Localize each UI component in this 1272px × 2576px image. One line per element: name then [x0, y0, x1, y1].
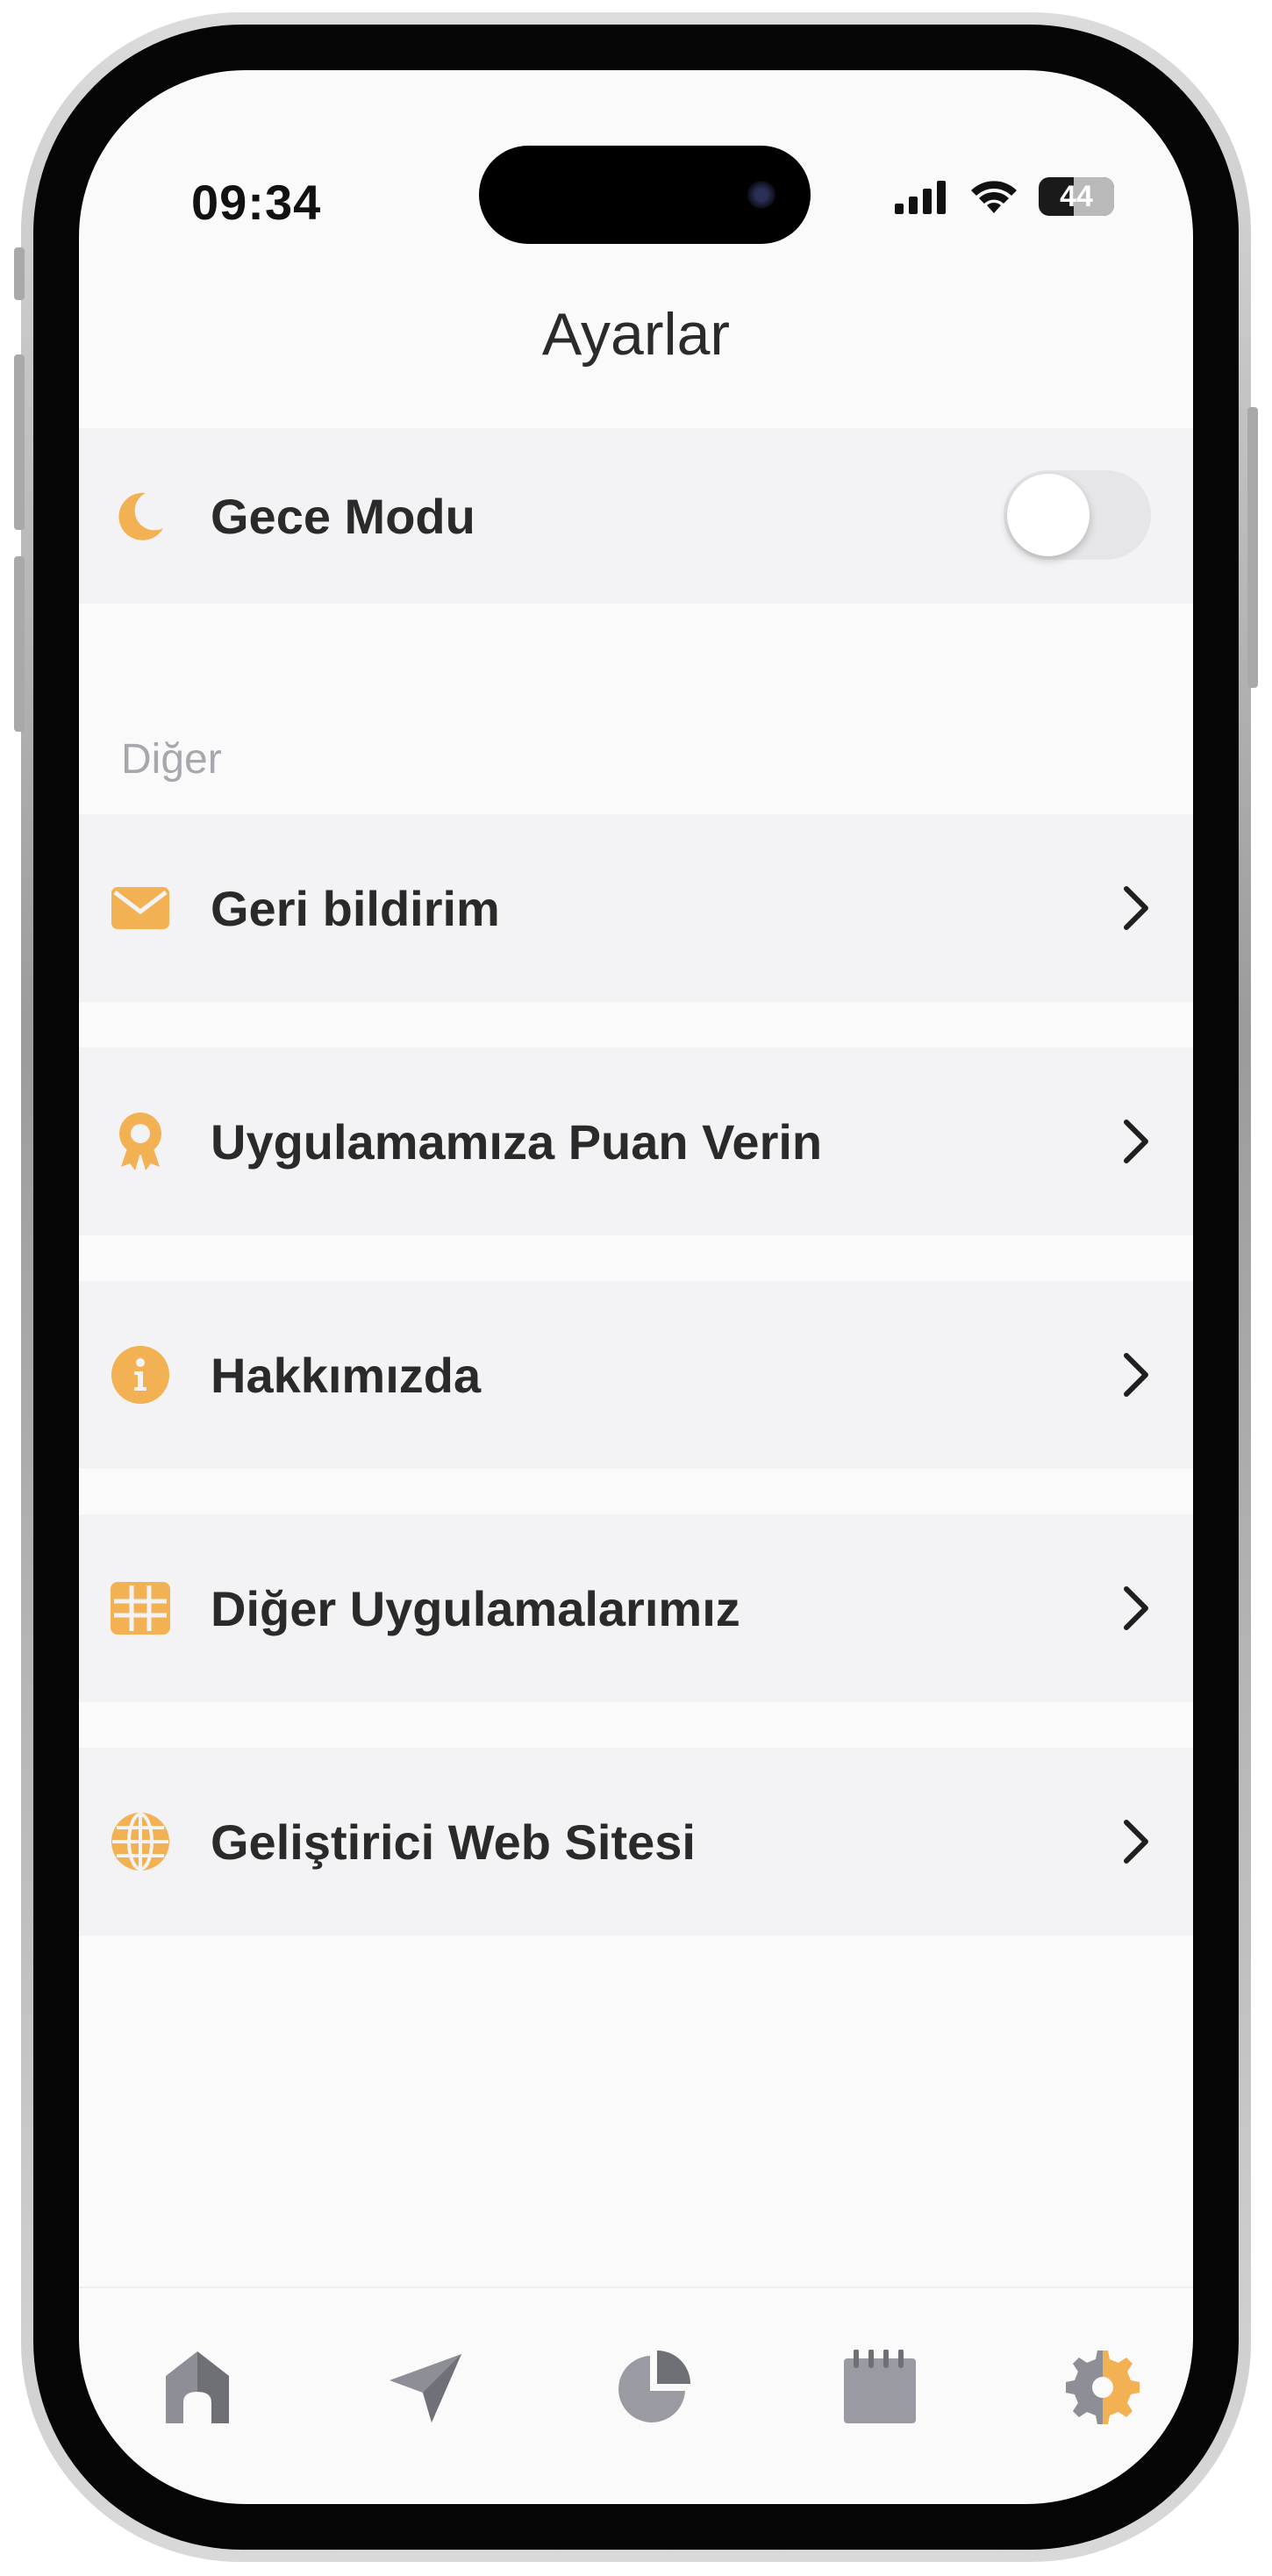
- menu-item-feedback[interactable]: Geri bildirim: [79, 814, 1193, 1002]
- tab-send[interactable]: [377, 2339, 474, 2436]
- award-icon: [109, 1110, 172, 1173]
- notepad-icon: [844, 2350, 916, 2423]
- chevron-right-icon: [1124, 1353, 1148, 1397]
- page-title: Ayarlar: [541, 301, 731, 368]
- night-mode-label: Gece Modu: [211, 488, 475, 544]
- menu-item-label: Diğer Uygulamalarımız: [211, 1580, 740, 1636]
- wifi-icon: [971, 181, 1017, 213]
- section-label-other: Diğer: [121, 736, 222, 783]
- night-mode-toggle[interactable]: [1004, 470, 1151, 560]
- status-icons: 44: [893, 177, 1114, 216]
- menu-item-label: Geliştirici Web Sitesi: [211, 1814, 696, 1870]
- menu-item-other-apps[interactable]: Diğer Uygulamalarımız: [79, 1514, 1193, 1702]
- menu-item-about[interactable]: Hakkımızda: [79, 1281, 1193, 1469]
- menu-item-rate-app[interactable]: Uygulamamıza Puan Verin: [79, 1048, 1193, 1235]
- menu-item-label: Uygulamamıza Puan Verin: [211, 1113, 823, 1170]
- chevron-right-icon: [1124, 1586, 1148, 1630]
- tab-home[interactable]: [149, 2339, 246, 2436]
- chevron-right-icon: [1124, 1120, 1148, 1163]
- info-icon: [109, 1343, 172, 1406]
- screen: 09:34 44 Ayarlar Gece Modu Diğer Geri bi…: [79, 70, 1193, 2504]
- settings-gear-icon: [1066, 2351, 1140, 2424]
- tab-statistics[interactable]: [605, 2339, 702, 2436]
- phone-frame: 09:34 44 Ayarlar Gece Modu Diğer Geri bi…: [14, 12, 1258, 2562]
- home-icon: [166, 2351, 229, 2423]
- night-mode-row: Gece Modu: [79, 428, 1193, 604]
- tab-notes[interactable]: [832, 2339, 928, 2436]
- tab-settings[interactable]: [1054, 2339, 1151, 2436]
- menu-item-label: Hakkımızda: [211, 1347, 482, 1403]
- dynamic-island: [479, 146, 811, 244]
- volume-up-button: [14, 354, 25, 530]
- envelope-icon: [109, 877, 172, 940]
- pie-chart-icon: [618, 2351, 690, 2422]
- side-button: [1247, 407, 1258, 688]
- toggle-knob: [1007, 474, 1090, 556]
- front-camera: [747, 181, 775, 209]
- battery-level: 44: [1060, 179, 1093, 213]
- grid-icon: [109, 1577, 172, 1640]
- signal-icon: [895, 181, 946, 214]
- menu-item-label: Geri bildirim: [211, 880, 500, 936]
- chevron-right-icon: [1124, 1820, 1148, 1864]
- action-button: [14, 247, 25, 300]
- chevron-right-icon: [1124, 886, 1148, 930]
- moon-icon: [109, 484, 172, 547]
- battery-icon: 44: [1039, 177, 1114, 216]
- send-icon: [389, 2354, 461, 2422]
- tab-bar: [79, 2286, 1193, 2504]
- globe-icon: [109, 1810, 172, 1873]
- menu-item-developer-website[interactable]: Geliştirici Web Sitesi: [79, 1748, 1193, 1936]
- volume-down-button: [14, 556, 25, 732]
- status-time: 09:34: [191, 175, 322, 230]
